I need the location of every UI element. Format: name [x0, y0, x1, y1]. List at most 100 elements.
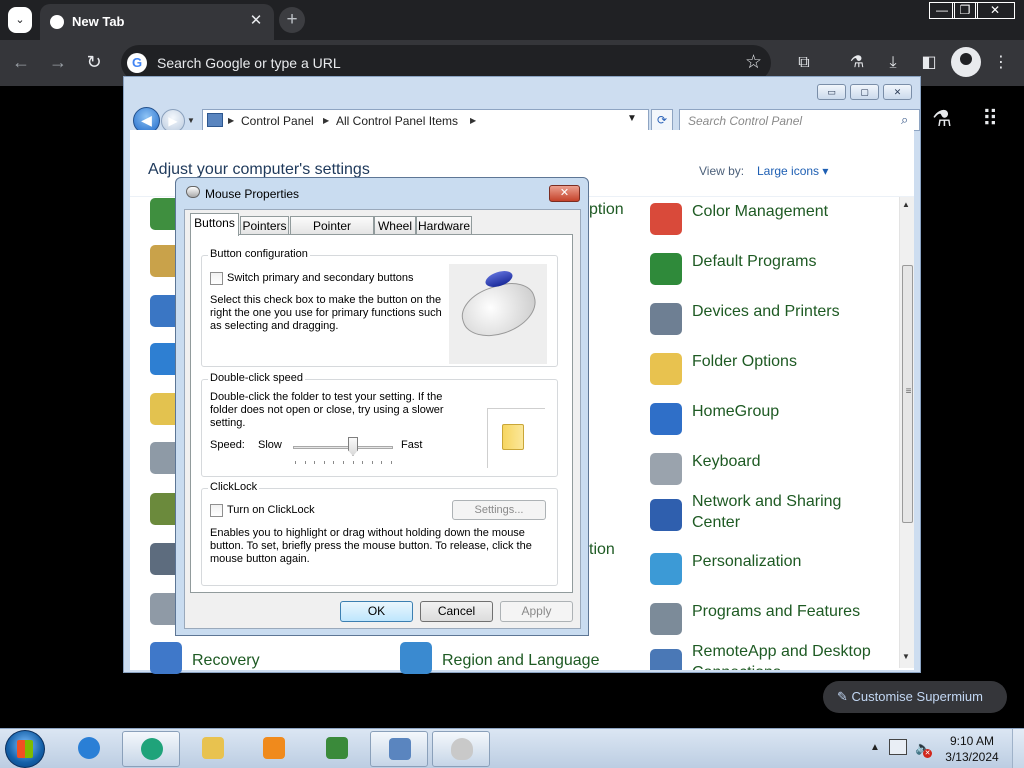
clock-time[interactable]: 9:10 AM	[940, 734, 1004, 748]
browser-menu-icon[interactable]: ⋮	[989, 51, 1013, 75]
cp-item-homegroup[interactable]: HomeGroup	[650, 397, 895, 441]
customise-button[interactable]: ✎ Customise Supermium	[823, 681, 1007, 713]
apply-button[interactable]: Apply	[500, 601, 573, 622]
cp-item-programs-features[interactable]: Programs and Features	[650, 597, 895, 641]
tab-pointers[interactable]: Pointers	[240, 216, 289, 235]
cp-item-label: Color Management	[692, 203, 829, 220]
taskbar-ie[interactable]	[60, 731, 118, 767]
clicklock-settings-button[interactable]: Settings...	[452, 500, 546, 520]
cp-item-label: Programs and Features	[692, 603, 861, 620]
checkbox-label[interactable]: Switch primary and secondary buttons	[227, 272, 413, 285]
test-folder-area[interactable]	[487, 408, 545, 468]
cp-minimize-button[interactable]: ▭	[817, 84, 846, 100]
cp-maximize-button[interactable]: ▢	[850, 84, 879, 100]
clicklock-group: ClickLock Turn on ClickLock Settings... …	[201, 481, 558, 586]
internet-explorer-icon	[78, 737, 100, 759]
ok-button[interactable]: OK	[340, 601, 413, 622]
cp-item-network-sharing[interactable]: Network and Sharing Center	[650, 487, 895, 537]
color-management-icon	[650, 203, 682, 235]
back-button[interactable]: ←	[9, 51, 33, 75]
slider-tick	[295, 461, 296, 464]
tab-wheel[interactable]: Wheel	[374, 216, 416, 235]
taskbar: ▲ 🔈 ✕ 9:10 AM 3/13/2024	[0, 728, 1024, 768]
apps-grid-icon[interactable]: ⠿	[976, 106, 1004, 132]
speed-slider-track[interactable]	[293, 446, 393, 449]
cp-refresh-button[interactable]: ⟳	[651, 109, 673, 131]
tab-search-button[interactable]: ⌄	[8, 7, 32, 33]
reload-button[interactable]: ↻	[82, 51, 106, 75]
browser-tab[interactable]: New Tab ✕	[40, 4, 274, 40]
extensions-icon[interactable]: ⧉	[792, 51, 816, 75]
dialog-close-button[interactable]: ✕	[549, 185, 580, 202]
show-desktop-button[interactable]	[1012, 729, 1024, 768]
keyboard-icon	[650, 453, 682, 485]
control-panel-icon	[207, 113, 223, 127]
breadcrumb-control-panel[interactable]: Control Panel	[241, 114, 314, 128]
cp-close-button[interactable]: ✕	[883, 84, 912, 100]
cp-address-bar[interactable]: ▶ Control Panel ▶ All Control Panel Item…	[202, 109, 649, 131]
cancel-button[interactable]: Cancel	[420, 601, 493, 622]
cp-scrollbar[interactable]: ▲ ≡ ▼	[899, 197, 914, 668]
cp-item-recovery[interactable]: Recovery	[150, 642, 350, 686]
cp-item-keyboard[interactable]: Keyboard	[650, 447, 895, 491]
window-close-button[interactable]: ✕	[975, 2, 1015, 19]
clock-date[interactable]: 3/13/2024	[940, 750, 1004, 764]
download-icon[interactable]: ⤓	[881, 51, 905, 75]
tab-title: New Tab	[72, 14, 125, 29]
cp-item-devices-printers[interactable]: Devices and Printers	[650, 297, 895, 341]
tab-close-button[interactable]: ✕	[247, 11, 265, 31]
checkbox-label[interactable]: Turn on ClickLock	[227, 504, 315, 517]
taskbar-media-player[interactable]	[245, 731, 303, 767]
cp-item-region[interactable]: Region and Language	[400, 642, 620, 686]
folder-icon[interactable]	[502, 424, 524, 450]
cp-item-label-partial[interactable]: tion	[589, 541, 615, 559]
mouse-illustration	[449, 264, 547, 364]
tab-buttons[interactable]: Buttons	[190, 213, 239, 236]
cp-search-input[interactable]: Search Control Panel ⌕	[679, 109, 920, 131]
cp-item-folder-options[interactable]: Folder Options	[650, 347, 895, 391]
labs-flask-icon[interactable]: ⚗	[845, 51, 869, 75]
taskbar-mouse-properties[interactable]	[432, 731, 490, 767]
cp-item-personalization[interactable]: Personalization	[650, 547, 895, 591]
cp-item-default-programs[interactable]: Default Programs	[650, 247, 895, 291]
labs-side-icon[interactable]: ⚗	[928, 106, 956, 132]
scroll-up-arrow-icon[interactable]: ▲	[902, 200, 910, 209]
muted-x-icon: ✕	[923, 749, 932, 758]
new-tab-button[interactable]: +	[279, 7, 305, 33]
cp-item-label: Default Programs	[692, 253, 817, 270]
scroll-down-arrow-icon[interactable]: ▼	[902, 652, 910, 661]
profile-avatar[interactable]	[951, 47, 981, 77]
slider-tick	[314, 461, 316, 464]
side-panel-icon[interactable]: ◧	[917, 51, 941, 75]
show-hidden-icons-icon[interactable]: ▲	[870, 742, 880, 753]
taskbar-explorer[interactable]	[184, 731, 242, 767]
tab-pointer-options[interactable]: Pointer Options	[290, 216, 374, 251]
breadcrumb-chevron-icon[interactable]: ▶	[323, 116, 329, 125]
view-by-dropdown[interactable]: Large icons ▾	[757, 164, 828, 178]
taskbar-control-panel[interactable]	[370, 731, 428, 767]
cp-history-dropdown[interactable]: ▼	[187, 116, 195, 125]
dialog-body: Buttons Pointers Pointer Options Wheel H…	[184, 209, 581, 629]
taskbar-users[interactable]	[308, 731, 366, 767]
network-tray-icon[interactable]	[889, 739, 907, 755]
cp-item-label: Region and Language	[442, 652, 600, 669]
forward-button[interactable]: →	[46, 51, 70, 75]
switch-buttons-checkbox[interactable]	[210, 272, 223, 285]
cp-item-label-partial[interactable]: ption	[589, 201, 624, 219]
breadcrumb-chevron-icon[interactable]: ▶	[470, 116, 476, 125]
fast-label: Fast	[401, 439, 423, 451]
scroll-thumb[interactable]: ≡	[902, 265, 913, 523]
bookmark-star-icon[interactable]: ☆	[745, 51, 762, 74]
taskbar-app[interactable]	[122, 731, 180, 767]
breadcrumb-chevron-icon[interactable]: ▶	[228, 116, 234, 125]
cp-item-color-management[interactable]: Color Management	[650, 197, 895, 241]
speed-slider-thumb[interactable]	[348, 437, 358, 456]
start-button[interactable]	[5, 730, 45, 768]
address-dropdown-icon[interactable]: ▼	[627, 113, 637, 124]
breadcrumb-all-items[interactable]: All Control Panel Items	[336, 114, 458, 128]
search-icon[interactable]: ⌕	[901, 112, 908, 128]
default-programs-icon	[650, 253, 682, 285]
clicklock-checkbox[interactable]	[210, 504, 223, 517]
cp-item-remoteapp[interactable]: RemoteApp and Desktop Connections	[650, 637, 895, 670]
tab-hardware[interactable]: Hardware	[416, 216, 472, 235]
